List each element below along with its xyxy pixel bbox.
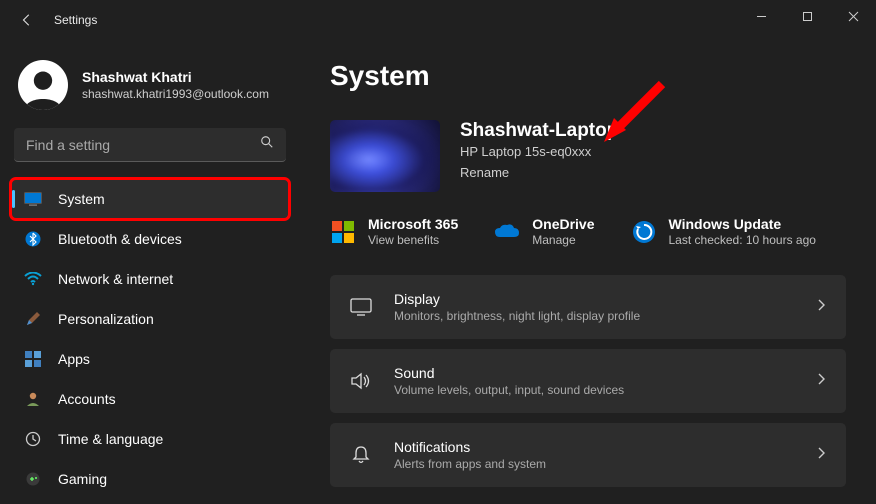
tile-sub: View benefits [368, 233, 458, 247]
sidebar-item-network[interactable]: Network & internet [12, 260, 288, 298]
bluetooth-icon [24, 230, 42, 248]
sidebar: Shashwat Khatri shashwat.khatri1993@outl… [0, 40, 300, 504]
tile-windowsupdate[interactable]: Windows Update Last checked: 10 hours ag… [631, 216, 816, 247]
avatar [18, 60, 68, 110]
sidebar-item-bluetooth[interactable]: Bluetooth & devices [12, 220, 288, 258]
search-box[interactable] [14, 128, 286, 162]
chevron-right-icon [816, 446, 826, 465]
bell-icon [350, 444, 372, 466]
maximize-button[interactable] [784, 0, 830, 32]
device-block: Shashwat-Laptop HP Laptop 15s-eq0xxx Ren… [330, 120, 846, 192]
sidebar-item-personalization[interactable]: Personalization [12, 300, 288, 338]
settings-title: Notifications [394, 439, 816, 455]
tile-sub: Last checked: 10 hours ago [669, 233, 816, 247]
service-tiles: Microsoft 365 View benefits OneDrive Man… [330, 216, 846, 247]
back-button[interactable] [18, 11, 36, 29]
sidebar-item-label: Apps [58, 351, 90, 367]
rename-link[interactable]: Rename [460, 165, 618, 180]
tile-title: Windows Update [669, 216, 816, 232]
chevron-right-icon [816, 372, 826, 391]
page-title: System [330, 60, 846, 92]
sidebar-item-accounts[interactable]: Accounts [12, 380, 288, 418]
minimize-button[interactable] [738, 0, 784, 32]
display-icon [350, 296, 372, 318]
window-title: Settings [54, 13, 97, 27]
sidebar-list: System Bluetooth & devices Network & int… [12, 180, 288, 498]
titlebar: Settings [0, 0, 876, 40]
settings-list: Display Monitors, brightness, night ligh… [330, 275, 846, 487]
search-input[interactable] [26, 137, 260, 153]
device-model: HP Laptop 15s-eq0xxx [460, 144, 618, 159]
onedrive-icon [494, 219, 520, 245]
sidebar-item-label: Gaming [58, 471, 107, 487]
update-icon [631, 219, 657, 245]
tile-microsoft365[interactable]: Microsoft 365 View benefits [330, 216, 458, 247]
user-name: Shashwat Khatri [82, 69, 269, 85]
settings-sub: Monitors, brightness, night light, displ… [394, 309, 816, 323]
user-email: shashwat.khatri1993@outlook.com [82, 87, 269, 101]
settings-item-sound[interactable]: Sound Volume levels, output, input, soun… [330, 349, 846, 413]
accounts-icon [24, 390, 42, 408]
sound-icon [350, 370, 372, 392]
microsoft-icon [330, 219, 356, 245]
sidebar-item-apps[interactable]: Apps [12, 340, 288, 378]
close-button[interactable] [830, 0, 876, 32]
settings-sub: Alerts from apps and system [394, 457, 816, 471]
sidebar-item-label: Time & language [58, 431, 163, 447]
sidebar-item-label: Personalization [58, 311, 154, 327]
sidebar-item-label: System [58, 191, 105, 207]
window-controls [738, 0, 876, 32]
tile-title: OneDrive [532, 216, 594, 232]
device-thumbnail[interactable] [330, 120, 440, 192]
content-area: System Shashwat-Laptop HP Laptop 15s-eq0… [300, 40, 876, 504]
sidebar-item-label: Accounts [58, 391, 116, 407]
settings-item-notifications[interactable]: Notifications Alerts from apps and syste… [330, 423, 846, 487]
paintbrush-icon [24, 310, 42, 328]
tile-title: Microsoft 365 [368, 216, 458, 232]
gaming-icon [24, 470, 42, 488]
chevron-right-icon [816, 298, 826, 317]
apps-icon [24, 350, 42, 368]
tile-onedrive[interactable]: OneDrive Manage [494, 216, 594, 247]
sidebar-item-gaming[interactable]: Gaming [12, 460, 288, 498]
settings-sub: Volume levels, output, input, sound devi… [394, 383, 816, 397]
sidebar-item-label: Bluetooth & devices [58, 231, 182, 247]
sidebar-item-system[interactable]: System [12, 180, 288, 218]
device-name: Shashwat-Laptop [460, 120, 618, 142]
settings-title: Sound [394, 365, 816, 381]
user-block[interactable]: Shashwat Khatri shashwat.khatri1993@outl… [12, 48, 288, 128]
wifi-icon [24, 270, 42, 288]
clock-icon [24, 430, 42, 448]
tile-sub: Manage [532, 233, 594, 247]
sidebar-item-time[interactable]: Time & language [12, 420, 288, 458]
system-icon [24, 190, 42, 208]
search-icon [260, 135, 274, 154]
settings-title: Display [394, 291, 816, 307]
sidebar-item-label: Network & internet [58, 271, 173, 287]
settings-item-display[interactable]: Display Monitors, brightness, night ligh… [330, 275, 846, 339]
